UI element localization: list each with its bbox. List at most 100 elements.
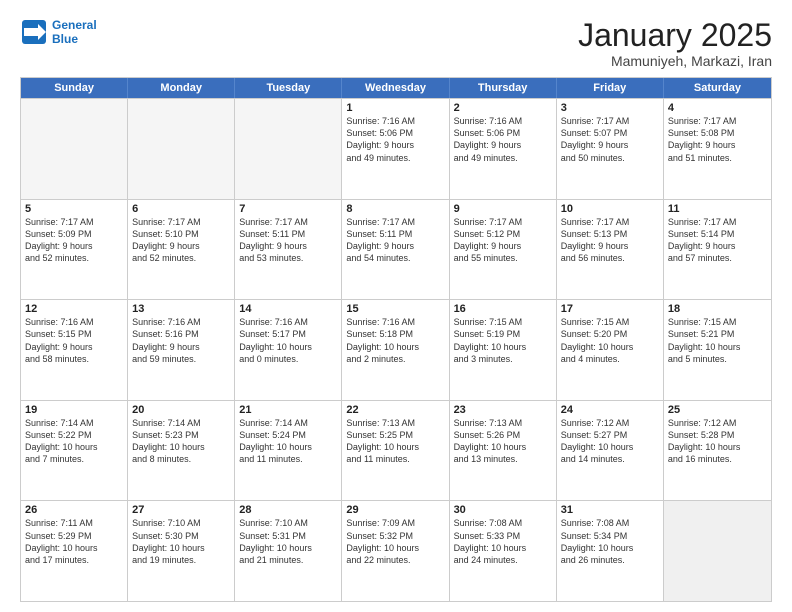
calendar-cell: 2Sunrise: 7:16 AM Sunset: 5:06 PM Daylig… [450,99,557,199]
day-info: Sunrise: 7:16 AM Sunset: 5:16 PM Dayligh… [132,316,230,365]
calendar-cell: 1Sunrise: 7:16 AM Sunset: 5:06 PM Daylig… [342,99,449,199]
day-info: Sunrise: 7:10 AM Sunset: 5:30 PM Dayligh… [132,517,230,566]
day-info: Sunrise: 7:15 AM Sunset: 5:19 PM Dayligh… [454,316,552,365]
logo-icon [20,18,48,46]
day-info: Sunrise: 7:08 AM Sunset: 5:34 PM Dayligh… [561,517,659,566]
day-number: 6 [132,203,230,215]
day-number: 23 [454,404,552,416]
calendar: SundayMondayTuesdayWednesdayThursdayFrid… [20,77,772,602]
calendar-cell: 14Sunrise: 7:16 AM Sunset: 5:17 PM Dayli… [235,300,342,400]
day-info: Sunrise: 7:14 AM Sunset: 5:22 PM Dayligh… [25,417,123,466]
day-info: Sunrise: 7:13 AM Sunset: 5:26 PM Dayligh… [454,417,552,466]
calendar-cell: 21Sunrise: 7:14 AM Sunset: 5:24 PM Dayli… [235,401,342,501]
day-number: 25 [668,404,767,416]
day-number: 29 [346,504,444,516]
day-number: 12 [25,303,123,315]
day-info: Sunrise: 7:09 AM Sunset: 5:32 PM Dayligh… [346,517,444,566]
calendar-cell: 20Sunrise: 7:14 AM Sunset: 5:23 PM Dayli… [128,401,235,501]
day-info: Sunrise: 7:08 AM Sunset: 5:33 PM Dayligh… [454,517,552,566]
day-info: Sunrise: 7:17 AM Sunset: 5:07 PM Dayligh… [561,115,659,164]
day-info: Sunrise: 7:17 AM Sunset: 5:08 PM Dayligh… [668,115,767,164]
day-header-thursday: Thursday [450,78,557,98]
day-info: Sunrise: 7:17 AM Sunset: 5:14 PM Dayligh… [668,216,767,265]
day-number: 2 [454,102,552,114]
day-info: Sunrise: 7:11 AM Sunset: 5:29 PM Dayligh… [25,517,123,566]
header: General Blue January 2025 Mamuniyeh, Mar… [20,18,772,69]
calendar-row-1: 1Sunrise: 7:16 AM Sunset: 5:06 PM Daylig… [21,98,771,199]
day-header-saturday: Saturday [664,78,771,98]
day-number: 11 [668,203,767,215]
calendar-cell: 24Sunrise: 7:12 AM Sunset: 5:27 PM Dayli… [557,401,664,501]
calendar-cell [235,99,342,199]
day-info: Sunrise: 7:17 AM Sunset: 5:13 PM Dayligh… [561,216,659,265]
day-info: Sunrise: 7:16 AM Sunset: 5:06 PM Dayligh… [346,115,444,164]
calendar-cell: 29Sunrise: 7:09 AM Sunset: 5:32 PM Dayli… [342,501,449,601]
day-number: 5 [25,203,123,215]
calendar-cell: 9Sunrise: 7:17 AM Sunset: 5:12 PM Daylig… [450,200,557,300]
day-number: 18 [668,303,767,315]
day-number: 21 [239,404,337,416]
day-info: Sunrise: 7:17 AM Sunset: 5:09 PM Dayligh… [25,216,123,265]
calendar-cell: 8Sunrise: 7:17 AM Sunset: 5:11 PM Daylig… [342,200,449,300]
calendar-cell: 19Sunrise: 7:14 AM Sunset: 5:22 PM Dayli… [21,401,128,501]
calendar-cell: 18Sunrise: 7:15 AM Sunset: 5:21 PM Dayli… [664,300,771,400]
calendar-cell: 6Sunrise: 7:17 AM Sunset: 5:10 PM Daylig… [128,200,235,300]
calendar-cell: 7Sunrise: 7:17 AM Sunset: 5:11 PM Daylig… [235,200,342,300]
logo-text: General Blue [52,18,97,46]
day-number: 22 [346,404,444,416]
day-number: 28 [239,504,337,516]
day-number: 14 [239,303,337,315]
day-info: Sunrise: 7:17 AM Sunset: 5:10 PM Dayligh… [132,216,230,265]
calendar-cell [664,501,771,601]
day-number: 20 [132,404,230,416]
day-info: Sunrise: 7:10 AM Sunset: 5:31 PM Dayligh… [239,517,337,566]
day-number: 19 [25,404,123,416]
day-info: Sunrise: 7:13 AM Sunset: 5:25 PM Dayligh… [346,417,444,466]
day-number: 15 [346,303,444,315]
day-info: Sunrise: 7:14 AM Sunset: 5:23 PM Dayligh… [132,417,230,466]
calendar-cell: 23Sunrise: 7:13 AM Sunset: 5:26 PM Dayli… [450,401,557,501]
day-number: 4 [668,102,767,114]
title-block: January 2025 Mamuniyeh, Markazi, Iran [578,18,772,69]
calendar-row-5: 26Sunrise: 7:11 AM Sunset: 5:29 PM Dayli… [21,500,771,601]
day-header-tuesday: Tuesday [235,78,342,98]
calendar-cell: 17Sunrise: 7:15 AM Sunset: 5:20 PM Dayli… [557,300,664,400]
day-info: Sunrise: 7:14 AM Sunset: 5:24 PM Dayligh… [239,417,337,466]
calendar-cell: 13Sunrise: 7:16 AM Sunset: 5:16 PM Dayli… [128,300,235,400]
day-info: Sunrise: 7:16 AM Sunset: 5:17 PM Dayligh… [239,316,337,365]
day-info: Sunrise: 7:17 AM Sunset: 5:11 PM Dayligh… [239,216,337,265]
calendar-header: SundayMondayTuesdayWednesdayThursdayFrid… [21,78,771,98]
day-number: 31 [561,504,659,516]
day-header-monday: Monday [128,78,235,98]
logo: General Blue [20,18,97,46]
calendar-cell: 12Sunrise: 7:16 AM Sunset: 5:15 PM Dayli… [21,300,128,400]
location: Mamuniyeh, Markazi, Iran [578,53,772,69]
month-title: January 2025 [578,18,772,53]
calendar-cell: 5Sunrise: 7:17 AM Sunset: 5:09 PM Daylig… [21,200,128,300]
day-info: Sunrise: 7:15 AM Sunset: 5:21 PM Dayligh… [668,316,767,365]
day-number: 16 [454,303,552,315]
day-info: Sunrise: 7:12 AM Sunset: 5:28 PM Dayligh… [668,417,767,466]
calendar-cell: 22Sunrise: 7:13 AM Sunset: 5:25 PM Dayli… [342,401,449,501]
day-number: 9 [454,203,552,215]
day-header-friday: Friday [557,78,664,98]
day-info: Sunrise: 7:16 AM Sunset: 5:15 PM Dayligh… [25,316,123,365]
calendar-cell: 3Sunrise: 7:17 AM Sunset: 5:07 PM Daylig… [557,99,664,199]
day-info: Sunrise: 7:12 AM Sunset: 5:27 PM Dayligh… [561,417,659,466]
calendar-cell: 26Sunrise: 7:11 AM Sunset: 5:29 PM Dayli… [21,501,128,601]
calendar-cell: 28Sunrise: 7:10 AM Sunset: 5:31 PM Dayli… [235,501,342,601]
day-number: 3 [561,102,659,114]
calendar-cell: 16Sunrise: 7:15 AM Sunset: 5:19 PM Dayli… [450,300,557,400]
calendar-cell: 27Sunrise: 7:10 AM Sunset: 5:30 PM Dayli… [128,501,235,601]
day-number: 17 [561,303,659,315]
calendar-cell: 4Sunrise: 7:17 AM Sunset: 5:08 PM Daylig… [664,99,771,199]
calendar-cell: 25Sunrise: 7:12 AM Sunset: 5:28 PM Dayli… [664,401,771,501]
calendar-cell: 15Sunrise: 7:16 AM Sunset: 5:18 PM Dayli… [342,300,449,400]
day-number: 7 [239,203,337,215]
day-number: 13 [132,303,230,315]
calendar-cell: 31Sunrise: 7:08 AM Sunset: 5:34 PM Dayli… [557,501,664,601]
day-info: Sunrise: 7:16 AM Sunset: 5:18 PM Dayligh… [346,316,444,365]
page: General Blue January 2025 Mamuniyeh, Mar… [0,0,792,612]
calendar-body: 1Sunrise: 7:16 AM Sunset: 5:06 PM Daylig… [21,98,771,601]
day-number: 27 [132,504,230,516]
